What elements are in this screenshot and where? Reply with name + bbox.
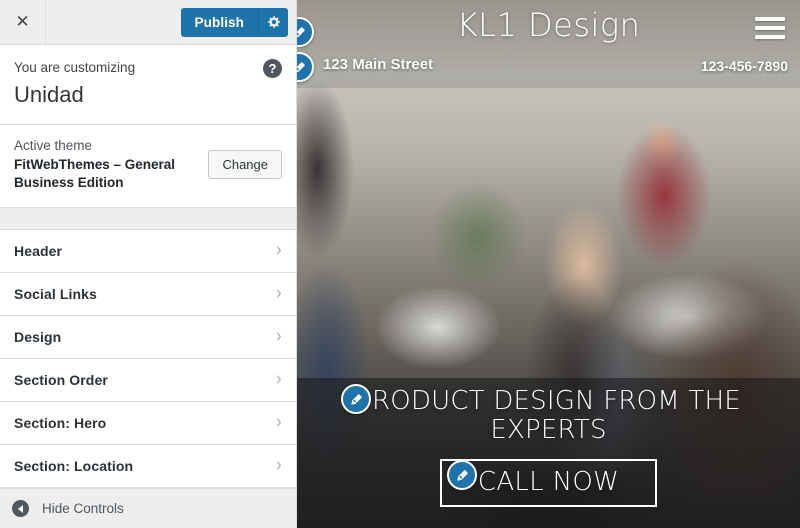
active-theme-name: FitWebThemes – General Business Edition (14, 157, 176, 191)
hero-section: PRODUCT DESIGN FROM THE EXPERTS CALL NOW (297, 378, 800, 528)
close-x-icon: ✕ (15, 11, 30, 32)
help-question-icon[interactable]: ? (263, 59, 282, 78)
chevron-right-icon: › (276, 452, 282, 478)
pencil-icon (297, 60, 307, 75)
customizing-info: You are customizing Unidad ? (0, 45, 296, 125)
edit-hero-cta-shortcut[interactable] (447, 460, 477, 490)
sidebar-item-header[interactable]: Header › (0, 229, 296, 273)
pencil-icon (455, 468, 470, 483)
hide-controls-button[interactable]: Hide Controls (0, 488, 296, 528)
chevron-right-icon: › (276, 323, 282, 349)
sidebar-item-section-hero[interactable]: Section: Hero › (0, 401, 296, 445)
hamburger-menu-icon[interactable] (755, 17, 785, 44)
hide-controls-label: Hide Controls (42, 501, 124, 516)
chevron-right-icon: › (276, 409, 282, 435)
publish-settings-button[interactable] (258, 7, 288, 37)
sidebar-item-label: Design (14, 328, 62, 345)
customizer-panel-list: Header › Social Links › Design › Section… (0, 228, 296, 488)
site-title: KL1 Design (456, 6, 641, 44)
site-phone: 123-456-7890 (700, 58, 788, 74)
collapse-left-arrow-icon (12, 500, 29, 517)
active-theme-label: Active theme (14, 137, 93, 153)
customizer-app: ✕ Publish You are customizing Unidad ? A… (0, 0, 800, 528)
site-address: 123 Main Street (323, 56, 434, 73)
sidebar-item-design[interactable]: Design › (0, 315, 296, 359)
close-customizer-button[interactable]: ✕ (0, 0, 46, 44)
sidebar-item-label: Social Links (14, 285, 97, 302)
site-header-bar: KL1 Design 123 Main Street 123-456-7890 (297, 0, 800, 88)
pencil-icon (349, 392, 364, 407)
hero-title: PRODUCT DESIGN FROM THE EXPERTS (356, 386, 741, 446)
sidebar-item-social-links[interactable]: Social Links › (0, 272, 296, 316)
customizing-label: You are customizing (14, 60, 136, 75)
site-preview[interactable]: KL1 Design 123 Main Street 123-456-7890 … (297, 0, 800, 528)
customizer-sidebar: ✕ Publish You are customizing Unidad ? A… (0, 0, 297, 528)
sidebar-item-label: Section: Hero (14, 414, 107, 431)
theme-texts: Active theme FitWebThemes – General Busi… (14, 137, 198, 193)
customizer-top-bar: ✕ Publish (0, 0, 296, 45)
sidebar-item-label: Section: Location (14, 457, 134, 474)
sidebar-item-section-location[interactable]: Section: Location › (0, 444, 296, 488)
panel-separator (0, 207, 296, 229)
header-contact-info: 123 Main Street 123-456-7890 (297, 56, 800, 80)
publish-group: Publish (180, 0, 296, 44)
chevron-right-icon: › (276, 366, 282, 392)
publish-button[interactable]: Publish (180, 7, 258, 37)
chevron-right-icon: › (276, 237, 282, 263)
sidebar-item-label: Section Order (14, 371, 108, 388)
sidebar-item-label: Header (14, 242, 63, 259)
edit-hero-title-shortcut[interactable] (341, 384, 371, 414)
top-bar-spacer (46, 0, 181, 44)
chevron-right-icon: › (276, 280, 282, 306)
active-theme-section: Active theme FitWebThemes – General Busi… (0, 124, 296, 208)
sidebar-item-section-order[interactable]: Section Order › (0, 358, 296, 402)
gear-icon (267, 15, 281, 29)
page-title: Unidad (14, 81, 84, 107)
pencil-icon (297, 25, 307, 40)
change-theme-button[interactable]: Change (208, 149, 282, 179)
